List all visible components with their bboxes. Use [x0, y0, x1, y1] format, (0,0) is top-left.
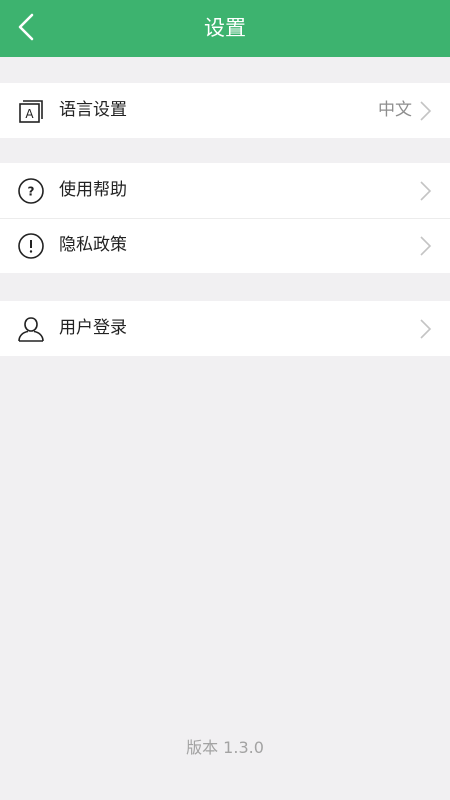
user-icon: [18, 317, 44, 342]
help-label: 使用帮助: [59, 180, 127, 200]
notice-icon: [18, 233, 44, 259]
language-setting-row[interactable]: A 语言设置 中文: [0, 83, 450, 138]
version-label: 版本 1.3.0: [186, 738, 264, 757]
settings-group-language: A 语言设置 中文: [0, 83, 450, 138]
privacy-policy-label: 隐私政策: [59, 235, 127, 255]
svg-text:?: ?: [28, 185, 35, 199]
help-row[interactable]: ? 使用帮助: [0, 163, 450, 218]
user-login-label: 用户登录: [59, 318, 127, 338]
chevron-right-icon: [420, 319, 432, 339]
language-current-value: 中文: [378, 100, 412, 120]
privacy-policy-row[interactable]: 隐私政策: [0, 218, 450, 273]
chevron-right-icon: [420, 181, 432, 201]
settings-group-account: 用户登录: [0, 301, 450, 356]
page-title: 设置: [204, 16, 246, 40]
chevron-right-icon: [420, 101, 432, 121]
back-arrow-icon: [18, 13, 34, 41]
language-setting-label: 语言设置: [59, 100, 127, 120]
chevron-right-icon: [420, 236, 432, 256]
settings-screen: 设置 A 语言设置 中文 ? 使用帮助 隐私政策 用户登录 版本 1.3.0: [0, 0, 450, 800]
language-icon: A: [19, 100, 43, 123]
settings-group-info: ? 使用帮助 隐私政策: [0, 163, 450, 273]
help-icon: ?: [18, 178, 44, 204]
back-button[interactable]: [8, 8, 48, 48]
user-login-row[interactable]: 用户登录: [0, 301, 450, 356]
top-bar: 设置: [0, 0, 450, 57]
svg-text:A: A: [25, 107, 34, 121]
